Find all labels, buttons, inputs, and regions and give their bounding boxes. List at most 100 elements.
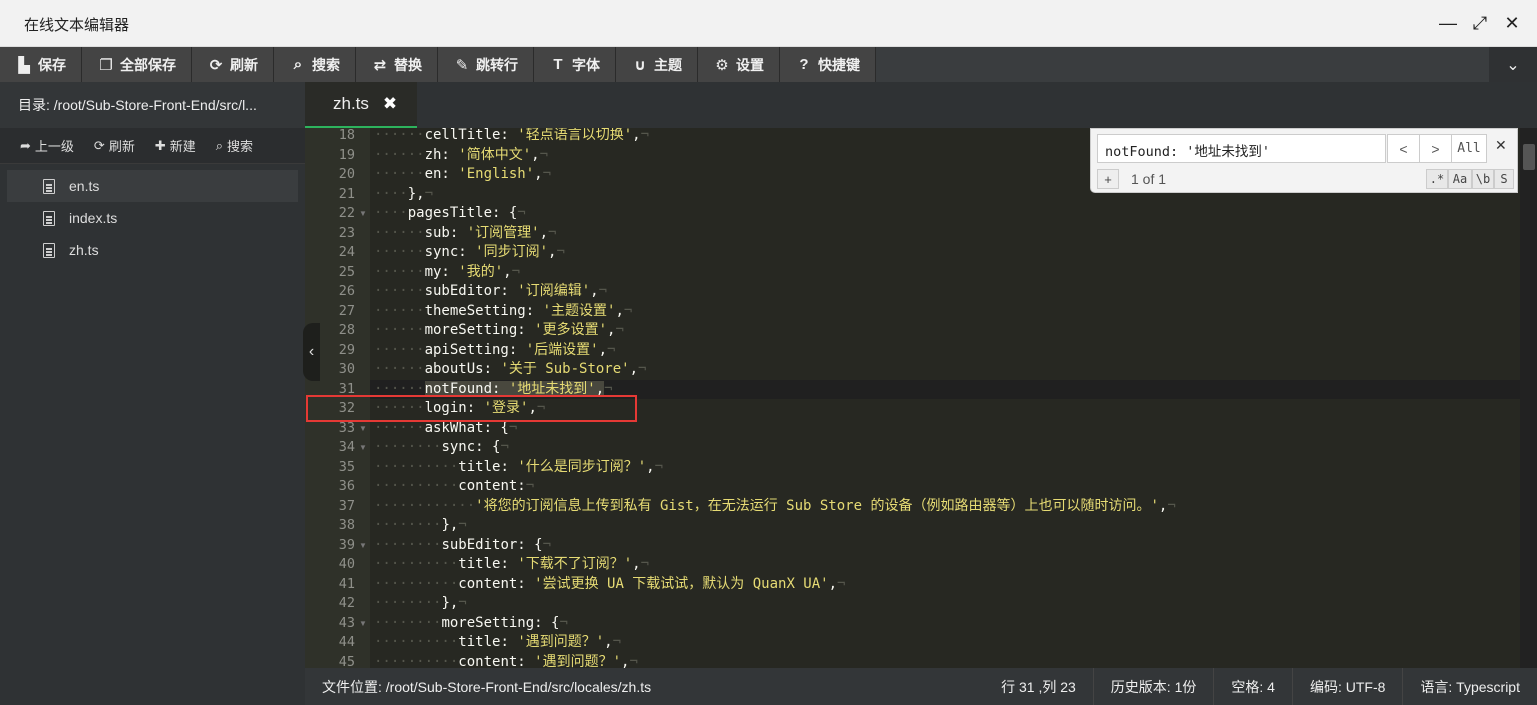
toolbar-button-label: 刷新 bbox=[230, 56, 258, 73]
sidebar-action-button[interactable]: ➦ 上一级 bbox=[20, 136, 74, 155]
fold-arrow-icon[interactable]: ▼ bbox=[359, 614, 367, 634]
file-icon bbox=[43, 179, 55, 194]
code-token: '我的' bbox=[458, 263, 504, 280]
code-token: }, bbox=[441, 517, 459, 533]
indent-whitespace: ········ bbox=[374, 439, 442, 455]
code-line: ··········title: '什么是同步订阅？',¬ bbox=[374, 458, 663, 478]
toolbar-button[interactable]: ✎ 跳转行 bbox=[438, 47, 534, 82]
eol-marker: ¬ bbox=[511, 263, 521, 280]
code-token: '后端设置' bbox=[525, 341, 599, 358]
fold-arrow-icon[interactable]: ▼ bbox=[359, 204, 367, 224]
line-number: 23 bbox=[338, 224, 355, 241]
search-input[interactable]: notFound: '地址未找到' bbox=[1097, 134, 1386, 163]
code-token: content: bbox=[458, 575, 535, 592]
regex-option[interactable]: .* bbox=[1426, 169, 1448, 189]
encoding-setting[interactable]: 编码: UTF-8 bbox=[1291, 668, 1402, 705]
file-item[interactable]: zh.ts bbox=[7, 234, 298, 266]
code-token: my: bbox=[424, 263, 459, 280]
code-line: ······en: 'English',¬ bbox=[374, 165, 551, 185]
tab-zh-ts[interactable]: zh.ts ✖ bbox=[305, 82, 417, 128]
vertical-scrollbar[interactable] bbox=[1520, 128, 1537, 668]
find-next-button[interactable]: > bbox=[1419, 134, 1452, 163]
code-line: ····pagesTitle: {¬ bbox=[374, 204, 526, 224]
toolbar-button[interactable]: ∪ 主题 bbox=[616, 47, 698, 82]
eol-marker: ¬ bbox=[424, 185, 434, 202]
sidebar: 目录: /root/Sub-Store-Front-End/src/l... ➦… bbox=[0, 82, 305, 705]
line-number: 37 bbox=[338, 497, 355, 514]
file-list: en.ts index.ts zh.ts bbox=[0, 164, 305, 266]
code-line: ······my: '我的',¬ bbox=[374, 263, 520, 283]
code-token: 'English' bbox=[458, 166, 535, 182]
close-tab-icon[interactable]: ✖ bbox=[383, 94, 397, 114]
indent-whitespace: ······ bbox=[374, 224, 425, 241]
line-number: 36 bbox=[338, 478, 355, 494]
line-number: 42 bbox=[338, 595, 355, 611]
toolbar-button[interactable]: ▙ 保存 bbox=[0, 47, 82, 82]
code-token: content: bbox=[458, 653, 535, 669]
sidebar-action-button[interactable]: ⌕ 搜索 bbox=[216, 136, 253, 155]
toggle-replace-button[interactable]: + bbox=[1097, 169, 1119, 189]
cursor-position: 行 31 ,列 23 bbox=[1001, 678, 1076, 695]
indent-setting[interactable]: 空格: 4 bbox=[1213, 668, 1292, 705]
fold-arrow-icon[interactable]: ▼ bbox=[359, 438, 367, 458]
selection-option[interactable]: S bbox=[1494, 169, 1514, 189]
editor-tabs: zh.ts ✖ bbox=[305, 82, 1537, 128]
code-token: en: bbox=[424, 166, 459, 182]
sidebar-action-button[interactable]: ⟳ 刷新 bbox=[94, 136, 135, 155]
toolbar-button-label: 全部保存 bbox=[120, 56, 176, 73]
history-versions[interactable]: 历史版本: 1份 bbox=[1092, 668, 1214, 705]
eol-marker: ¬ bbox=[598, 283, 608, 299]
toolbar-button[interactable]: ⌕ 搜索 bbox=[274, 47, 356, 82]
code-line: ······themeSetting: '主题设置',¬ bbox=[374, 302, 632, 322]
code-token: '遇到问题？' bbox=[517, 634, 605, 650]
indent-whitespace: ······ bbox=[374, 128, 425, 143]
indent-whitespace: ········ bbox=[374, 517, 442, 533]
eol-marker: ¬ bbox=[638, 361, 647, 377]
code-token: , bbox=[531, 146, 540, 163]
scrollbar-thumb[interactable] bbox=[1523, 144, 1535, 170]
sidebar-action-label: 新建 bbox=[169, 139, 196, 154]
code-token: subEditor: { bbox=[441, 536, 543, 553]
minimize-icon[interactable]: — bbox=[1439, 12, 1457, 34]
directory-path: 目录: /root/Sub-Store-Front-End/src/l... bbox=[0, 82, 305, 128]
whole-word-option[interactable]: \b bbox=[1472, 169, 1494, 189]
line-number: 24 bbox=[338, 244, 355, 260]
file-item[interactable]: en.ts bbox=[7, 170, 298, 202]
eol-marker: ¬ bbox=[640, 128, 650, 143]
maximize-icon[interactable]: ⤢ bbox=[1471, 12, 1489, 34]
code-line: ············'将您的订阅信息上传到私有 Gist，在无法运行 Sub… bbox=[374, 497, 1176, 517]
file-item[interactable]: index.ts bbox=[7, 202, 298, 234]
close-icon[interactable]: ✕ bbox=[1503, 12, 1521, 34]
line-number: 39 bbox=[338, 536, 355, 553]
window-title: 在线文本编辑器 bbox=[24, 17, 130, 34]
case-option[interactable]: Aa bbox=[1448, 169, 1472, 189]
language-setting[interactable]: 语言: Typescript bbox=[1402, 668, 1537, 705]
find-prev-button[interactable]: < bbox=[1387, 134, 1420, 163]
toolbar-button[interactable]: ⟳ 刷新 bbox=[192, 47, 274, 82]
sidebar-action-label: 上一级 bbox=[34, 139, 74, 154]
eol-marker: ¬ bbox=[542, 166, 552, 182]
toolbar-button-label: 搜索 bbox=[312, 56, 340, 73]
code-token: title: bbox=[458, 458, 518, 475]
sidebar-action-button[interactable]: ✚ 新建 bbox=[155, 136, 196, 155]
code-line: ··········content: '尝试更换 UA 下载试试，默认为 Qua… bbox=[374, 575, 845, 595]
line-number: 20 bbox=[338, 166, 355, 182]
code-token: }, bbox=[407, 185, 425, 202]
chevron-down-icon[interactable]: ⌄ bbox=[1489, 47, 1537, 82]
code-line: ······subEditor: '订阅编辑',¬ bbox=[374, 282, 607, 302]
toolbar-button[interactable]: ⚙ 设置 bbox=[698, 47, 780, 82]
code-token: , bbox=[598, 341, 608, 358]
toolbar-button[interactable]: ? 快捷键 bbox=[780, 47, 876, 82]
toolbar-button[interactable]: T 字体 bbox=[534, 47, 616, 82]
collapse-sidebar-icon[interactable]: ‹ bbox=[303, 323, 320, 381]
indent-whitespace: ············ bbox=[374, 497, 476, 514]
code-token: '将您的订阅信息上传到私有 Gist，在无法运行 Sub Store 的设备（例… bbox=[475, 497, 1159, 514]
close-search-icon[interactable]: ✕ bbox=[1495, 137, 1507, 154]
fold-arrow-icon[interactable]: ▼ bbox=[359, 536, 367, 556]
line-number: 34 bbox=[338, 439, 355, 455]
indent-whitespace: ···· bbox=[374, 205, 408, 221]
toolbar-button[interactable]: ❐ 全部保存 bbox=[82, 47, 192, 82]
toolbar-button[interactable]: ⇄ 替换 bbox=[356, 47, 438, 82]
code-token: apiSetting: bbox=[424, 341, 526, 358]
find-all-button[interactable]: All bbox=[1451, 134, 1487, 163]
